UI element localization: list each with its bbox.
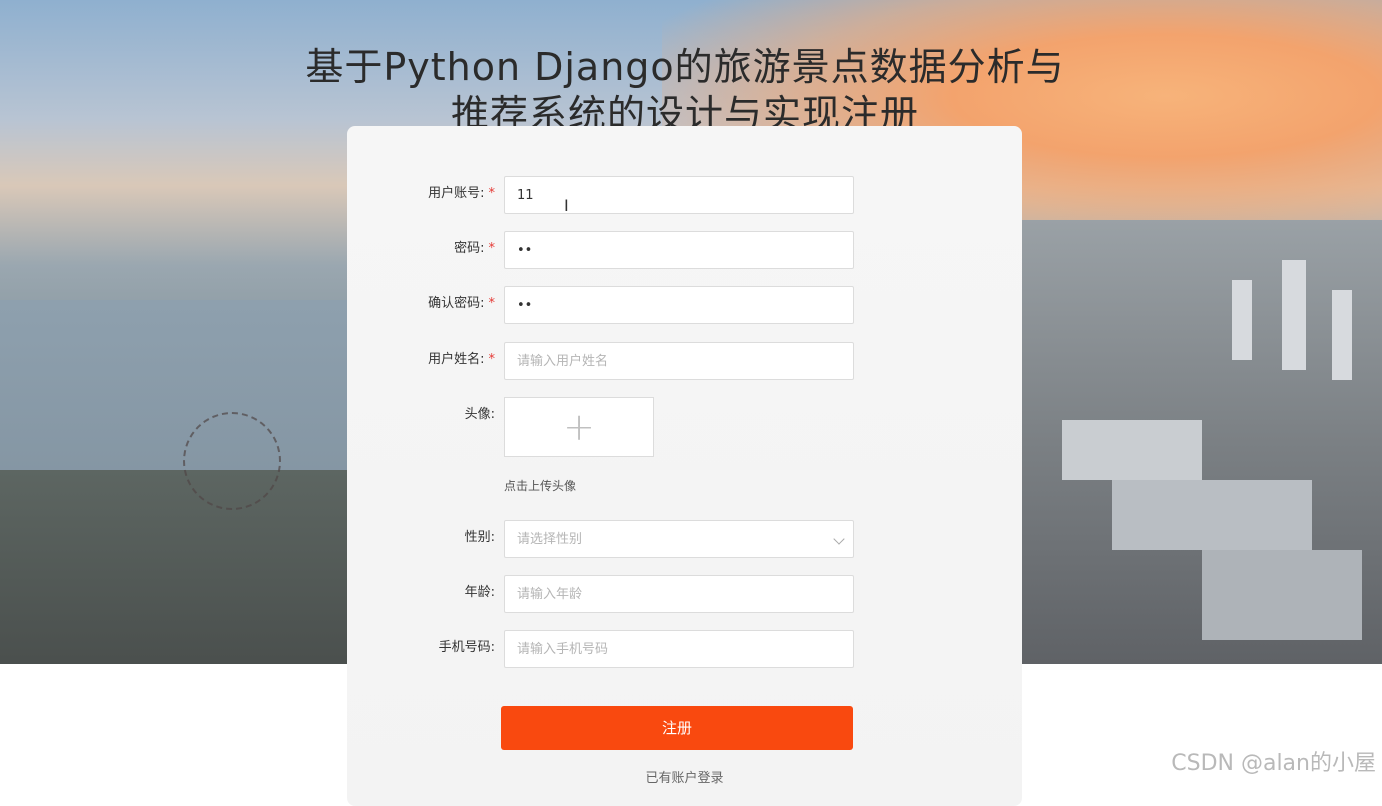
gender-row: 性别: 请选择性别: [347, 520, 1022, 560]
register-panel: 用户账号: * 11 密码: * •• 确认密码: * •• 用户姓名: * 请输入用户…: [347, 126, 1022, 806]
required-mark: *: [488, 296, 496, 311]
password-row: 密码: * ••: [347, 231, 1022, 271]
confirm-password-label: 确认密码: *: [428, 296, 496, 311]
age-input[interactable]: 请输入年龄: [504, 575, 854, 613]
name-row: 用户姓名: * 请输入用户姓名: [347, 342, 1022, 382]
plus-icon: +: [563, 405, 595, 449]
account-input[interactable]: 11: [504, 176, 854, 214]
avatar-upload-hint[interactable]: 点击上传头像: [504, 477, 576, 494]
avatar-upload-button[interactable]: +: [504, 397, 654, 457]
password-input[interactable]: ••: [504, 231, 854, 269]
required-mark: *: [488, 241, 496, 256]
right-cityscape: [1002, 220, 1382, 664]
confirm-password-input[interactable]: ••: [504, 286, 854, 324]
phone-input[interactable]: 请输入手机号码: [504, 630, 854, 668]
login-link[interactable]: 已有账户登录: [347, 767, 1022, 786]
avatar-label: 头像:: [464, 407, 495, 422]
required-mark: *: [488, 186, 496, 201]
left-cityscape: [0, 470, 360, 664]
age-label: 年龄:: [464, 585, 495, 600]
text-cursor-icon: I: [564, 196, 569, 215]
gender-label: 性别:: [464, 530, 495, 545]
name-label: 用户姓名: *: [428, 352, 496, 367]
required-mark: *: [488, 352, 496, 367]
avatar-row: 头像:: [347, 397, 1022, 437]
account-label: 用户账号: *: [428, 186, 496, 201]
ferris-wheel: [183, 412, 281, 510]
account-row: 用户账号: * 11: [347, 176, 1022, 216]
register-button[interactable]: 注册: [501, 706, 853, 750]
password-label: 密码: *: [454, 241, 496, 256]
phone-label: 手机号码:: [438, 640, 495, 655]
name-input[interactable]: 请输入用户姓名: [504, 342, 854, 380]
phone-row: 手机号码: 请输入手机号码: [347, 630, 1022, 670]
watermark: CSDN @alan的小屋: [1171, 751, 1376, 776]
age-row: 年龄: 请输入年龄: [347, 575, 1022, 615]
gender-select[interactable]: 请选择性别: [504, 520, 854, 558]
chevron-down-icon: [833, 533, 845, 545]
page-title: 基于Python Django的旅游景点数据分析与推荐系统的设计与实现注册: [305, 45, 1065, 136]
gender-select-value: 请选择性别: [517, 532, 583, 547]
confirm-password-row: 确认密码: * ••: [347, 286, 1022, 326]
